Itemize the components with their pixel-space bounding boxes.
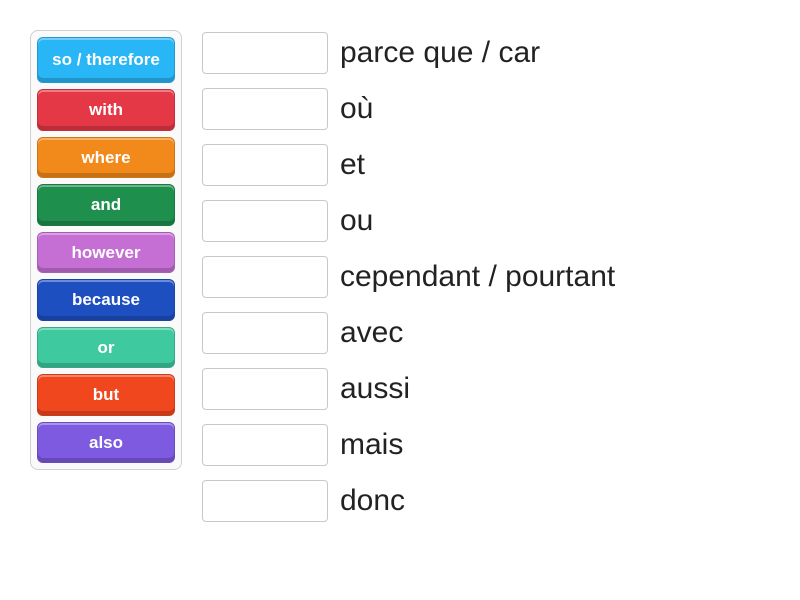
dropzone-ou-grave[interactable] [202,88,328,130]
matching-exercise: so / therefore with where and however be… [30,30,770,524]
dropzone-aussi[interactable] [202,368,328,410]
target-label: aussi [340,374,410,404]
dropzone-cependant[interactable] [202,256,328,298]
dropzone-donc[interactable] [202,480,328,522]
dropzone-parce-que[interactable] [202,32,328,74]
target-label: et [340,150,365,180]
target-row: donc [202,478,615,524]
tile-or[interactable]: or [37,327,175,369]
dropzone-avec[interactable] [202,312,328,354]
target-row: ou [202,198,615,244]
target-label: parce que / car [340,38,540,68]
target-label: mais [340,430,403,460]
target-label: ou [340,206,373,236]
target-label: avec [340,318,403,348]
target-list: parce que / car où et ou cependant / pou… [202,30,615,524]
target-row: aussi [202,366,615,412]
target-row: avec [202,310,615,356]
tile-however[interactable]: however [37,232,175,274]
dropzone-et[interactable] [202,144,328,186]
tile-also[interactable]: also [37,422,175,464]
source-tile-panel: so / therefore with where and however be… [30,30,182,470]
tile-and[interactable]: and [37,184,175,226]
target-row: où [202,86,615,132]
target-row: cependant / pourtant [202,254,615,300]
target-label: donc [340,486,405,516]
tile-where[interactable]: where [37,137,175,179]
target-row: parce que / car [202,30,615,76]
tile-but[interactable]: but [37,374,175,416]
target-row: mais [202,422,615,468]
dropzone-ou[interactable] [202,200,328,242]
target-label: cependant / pourtant [340,262,615,292]
tile-with[interactable]: with [37,89,175,131]
tile-so-therefore[interactable]: so / therefore [37,37,175,83]
tile-because[interactable]: because [37,279,175,321]
target-label: où [340,94,373,124]
dropzone-mais[interactable] [202,424,328,466]
target-row: et [202,142,615,188]
